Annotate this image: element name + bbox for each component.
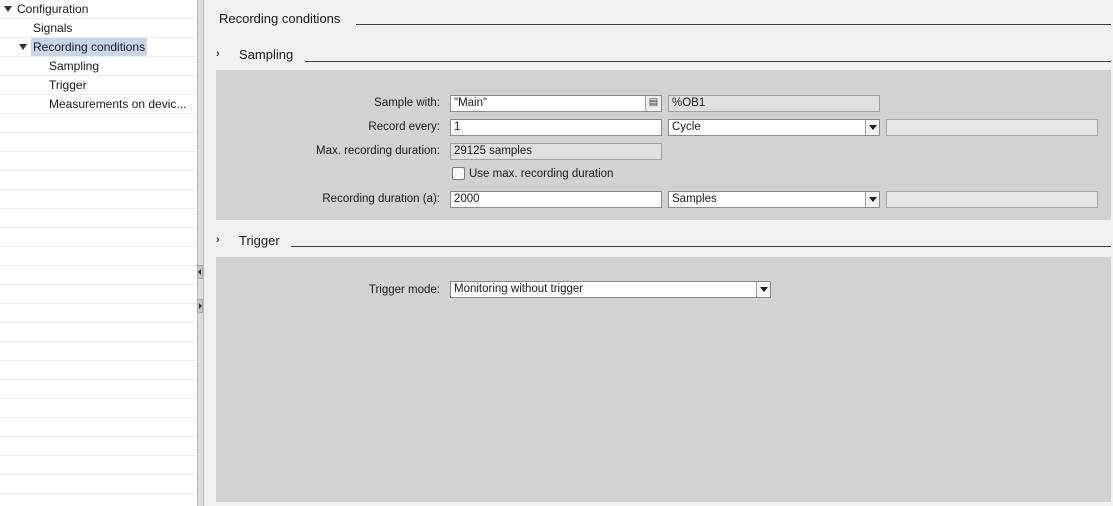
recording-duration-value: 2000 xyxy=(454,193,480,205)
expand-right-button[interactable] xyxy=(197,299,203,313)
sample-with-input[interactable]: "Main" ▤ xyxy=(450,95,662,112)
section-divider xyxy=(291,246,1111,247)
chevron-right-icon[interactable]: › xyxy=(216,48,220,60)
recording-duration-unit: Samples xyxy=(672,193,717,205)
project-tree: Configuration Signals Recording conditio… xyxy=(0,0,197,506)
record-every-unit-select[interactable]: Cycle xyxy=(668,119,880,136)
address-value: %OB1 xyxy=(672,97,706,109)
recording-conditions-editor: Recording conditions › Sampling Sample w… xyxy=(205,0,1113,506)
caret-down-icon[interactable] xyxy=(865,192,879,207)
panel-splitter[interactable] xyxy=(197,0,204,506)
tree-item-trigger[interactable]: Trigger xyxy=(0,76,197,94)
tree-item-label: Trigger xyxy=(49,78,87,92)
record-every-value: 1 xyxy=(454,121,461,133)
sampling-panel: Sample with: "Main" ▤ %OB1 Record every:… xyxy=(216,70,1111,220)
sample-with-value: "Main" xyxy=(454,97,488,109)
collapse-left-button[interactable] xyxy=(197,265,203,279)
use-max-duration-checkbox[interactable] xyxy=(452,167,465,180)
tree-item-label: Recording conditions xyxy=(31,38,148,56)
section-divider xyxy=(305,61,1111,62)
title-divider xyxy=(356,24,1111,25)
tree-item-signals[interactable]: Signals xyxy=(0,19,197,37)
sample-with-address: %OB1 xyxy=(668,95,880,112)
trigger-panel: Trigger mode: Monitoring without trigger xyxy=(216,257,1111,502)
tree-item-measurements[interactable]: Measurements on devic... xyxy=(0,95,197,113)
record-every-unit: Cycle xyxy=(672,121,701,133)
record-every-extra-field xyxy=(886,119,1098,136)
tree-item-sampling[interactable]: Sampling xyxy=(0,57,197,75)
trigger-mode-value: Monitoring without trigger xyxy=(454,283,584,295)
expand-arrow-icon[interactable] xyxy=(4,6,12,12)
max-duration-label: Max. recording duration: xyxy=(315,145,440,157)
tree-item-label: Measurements on devic... xyxy=(49,97,187,111)
recording-duration-input[interactable]: 2000 xyxy=(450,191,662,208)
recording-duration-label: Recording duration (a): xyxy=(322,193,440,205)
tree-item-configuration[interactable]: Configuration xyxy=(0,0,197,18)
record-every-label: Record every: xyxy=(368,121,440,133)
section-title-sampling[interactable]: Sampling xyxy=(239,47,293,62)
recording-duration-extra-field xyxy=(886,191,1098,208)
caret-down-icon[interactable] xyxy=(756,282,770,297)
tree-item-label: Sampling xyxy=(49,59,100,73)
trigger-mode-label: Trigger mode: xyxy=(368,284,440,296)
max-duration-value: 29125 samples xyxy=(454,145,532,157)
list-browse-icon[interactable]: ▤ xyxy=(645,96,661,111)
section-title-trigger[interactable]: Trigger xyxy=(239,233,280,248)
use-max-duration-label[interactable]: Use max. recording duration xyxy=(469,168,613,180)
tree-item-recording-conditions[interactable]: Recording conditions xyxy=(0,38,197,56)
arrow-right-icon xyxy=(199,303,202,309)
chevron-right-icon[interactable]: › xyxy=(216,234,220,246)
page-title: Recording conditions xyxy=(219,11,341,26)
recording-duration-unit-select[interactable]: Samples xyxy=(668,191,880,208)
max-duration-field: 29125 samples xyxy=(450,143,662,160)
expand-arrow-icon[interactable] xyxy=(19,44,27,50)
record-every-input[interactable]: 1 xyxy=(450,119,662,136)
trigger-mode-select[interactable]: Monitoring without trigger xyxy=(450,281,771,298)
tree-item-label: Configuration xyxy=(17,2,89,16)
caret-down-icon[interactable] xyxy=(865,120,879,135)
tree-item-label: Signals xyxy=(33,21,73,35)
sample-with-label: Sample with: xyxy=(374,97,440,109)
arrow-left-icon xyxy=(198,269,201,275)
